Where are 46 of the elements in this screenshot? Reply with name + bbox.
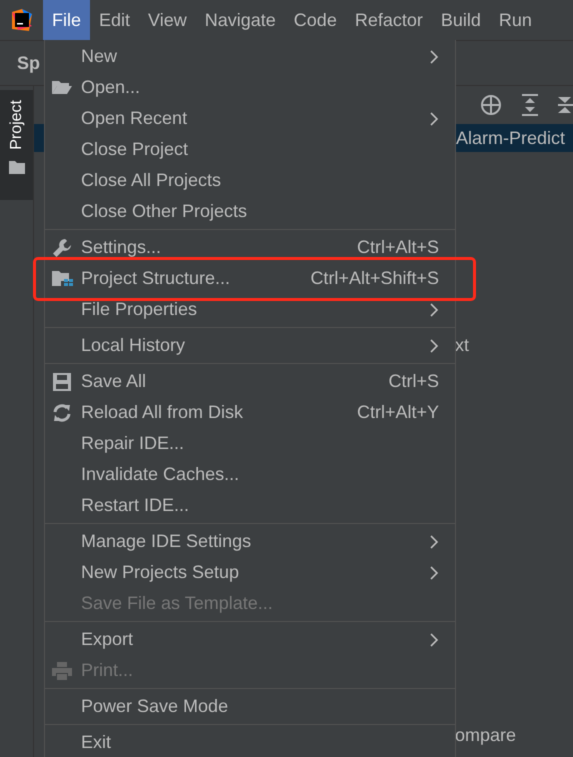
menu-item[interactable]: Project Structure... Ctrl+Alt+Shift+S: [45, 263, 455, 294]
printer-icon: [51, 660, 73, 682]
shortcut-text: Ctrl+S: [388, 371, 439, 392]
crosshair-icon[interactable]: [480, 94, 502, 116]
tree-row-text: Alarm-Predict: [456, 128, 566, 148]
menu-item[interactable]: File Properties: [45, 294, 455, 325]
menu-item[interactable]: Exit: [45, 727, 455, 757]
editor-text: xt: [455, 335, 470, 356]
menu-item[interactable]: Manage IDE Settings: [45, 526, 455, 557]
project-structure-icon: [51, 268, 73, 288]
menu-title[interactable]: Navigate: [196, 0, 285, 40]
menu-item[interactable]: Restart IDE...: [45, 490, 455, 521]
menu-item[interactable]: Power Save Mode: [45, 691, 455, 722]
shortcut-text: Ctrl+Alt+Y: [356, 402, 439, 423]
wrench-icon: [51, 237, 73, 259]
menu-item[interactable]: Close Project: [45, 134, 455, 165]
menu-title[interactable]: File: [43, 0, 90, 40]
menu-item[interactable]: Close Other Projects: [45, 196, 455, 227]
menu-title[interactable]: View: [139, 0, 196, 40]
menu-item[interactable]: Save All Ctrl+S: [45, 366, 455, 397]
menu-title[interactable]: Build: [432, 0, 490, 40]
app-logo-icon: [10, 8, 34, 32]
menu-item[interactable]: Settings... Ctrl+Alt+S: [45, 232, 455, 263]
shortcut-text: Ctrl+Alt+Shift+S: [310, 268, 439, 289]
menu-item[interactable]: Close All Projects: [45, 165, 455, 196]
collapse-all-icon[interactable]: [558, 94, 573, 116]
shortcut-text: Ctrl+Alt+S: [356, 237, 439, 258]
menu-title[interactable]: Code: [284, 0, 346, 40]
reload-icon: [51, 402, 73, 424]
menu-item[interactable]: New Projects Setup: [45, 557, 455, 588]
menu-item[interactable]: Local History: [45, 330, 455, 361]
menu-item[interactable]: New: [45, 41, 455, 72]
menu-title[interactable]: Refactor: [346, 0, 432, 40]
menu-item[interactable]: Repair IDE...: [45, 428, 455, 459]
menu-item[interactable]: Open Recent: [45, 103, 455, 134]
navigation-bar-text: Sp: [17, 52, 40, 74]
menu-item[interactable]: Invalidate Caches...: [45, 459, 455, 490]
menu-item[interactable]: Open...: [45, 72, 455, 103]
tool-window-tab[interactable]: Project: [0, 90, 33, 200]
menu-title[interactable]: Edit: [90, 0, 140, 40]
menu-title[interactable]: Run: [490, 0, 541, 40]
expand-all-icon[interactable]: [520, 94, 540, 116]
menu-item[interactable]: Export: [45, 624, 455, 655]
editor-text: ompare: [455, 725, 516, 746]
folder-icon: [8, 160, 24, 174]
menu-item[interactable]: Reload All from Disk Ctrl+Alt+Y: [45, 397, 455, 428]
